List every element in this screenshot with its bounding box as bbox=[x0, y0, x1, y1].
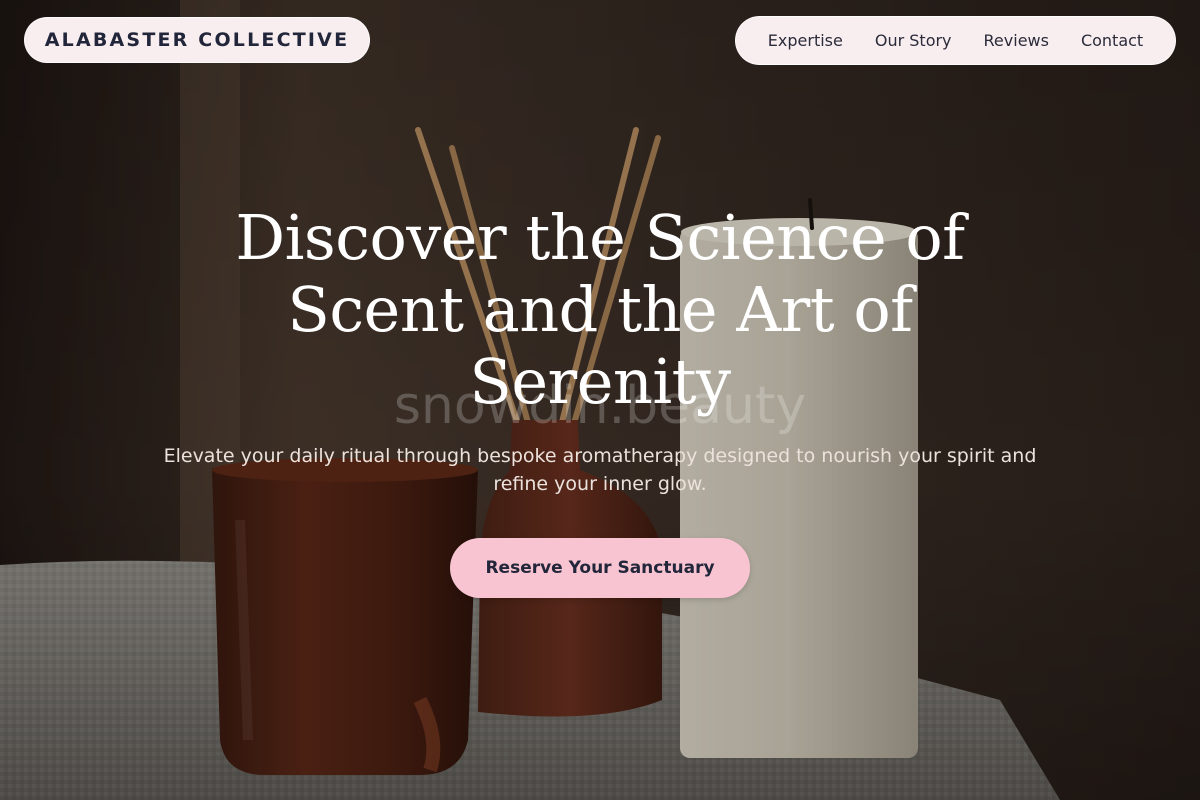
landing-page: ALABASTER COLLECTIVE Expertise Our Story… bbox=[0, 0, 1200, 800]
main-nav: Expertise Our Story Reviews Contact bbox=[735, 16, 1176, 65]
nav-link-contact[interactable]: Contact bbox=[1081, 31, 1143, 50]
brand-name: ALABASTER COLLECTIVE bbox=[44, 29, 350, 51]
reserve-sanctuary-button[interactable]: Reserve Your Sanctuary bbox=[450, 538, 750, 598]
nav-link-our-story[interactable]: Our Story bbox=[875, 31, 952, 50]
brand-logo-pill[interactable]: ALABASTER COLLECTIVE bbox=[24, 17, 370, 63]
nav-link-reviews[interactable]: Reviews bbox=[984, 31, 1049, 50]
hero-subtitle: Elevate your daily ritual through bespok… bbox=[163, 445, 1037, 495]
nav-link-expertise[interactable]: Expertise bbox=[768, 31, 843, 50]
hero-title: Discover the Science of Scent and the Ar… bbox=[235, 201, 965, 418]
